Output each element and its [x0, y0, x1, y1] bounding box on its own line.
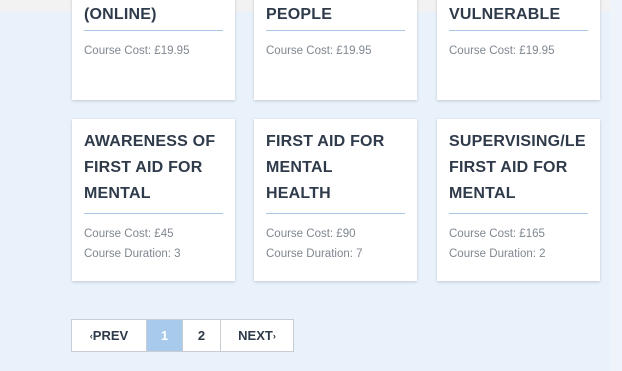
course-card[interactable]: VULNERABLE Course Cost: £19.95: [437, 0, 600, 100]
course-title-line[interactable]: FIRST AID FOR: [84, 155, 223, 181]
chevron-right-icon: ›: [272, 330, 276, 341]
course-title: (ONLINE): [84, 6, 157, 23]
course-card[interactable]: SUPERVISING/LE FIRST AID FOR MENTAL Cour…: [437, 119, 600, 281]
course-title-line[interactable]: MENTAL: [84, 181, 223, 207]
course-title-line[interactable]: MENTAL: [266, 155, 405, 181]
course-title: PEOPLE: [266, 6, 333, 23]
course-card[interactable]: AWARENESS OF FIRST AID FOR MENTAL Course…: [72, 119, 235, 281]
course-title-line[interactable]: FIRST AID FOR: [266, 129, 405, 155]
card-divider: [449, 213, 588, 214]
course-duration: Course Duration: 7: [266, 248, 363, 260]
pagination: ‹ PREV 1 2 NEXT ›: [71, 319, 294, 352]
course-cost: Course Cost: £19.95: [449, 45, 555, 57]
card-divider: [84, 30, 223, 31]
card-divider: [449, 30, 588, 31]
course-cost: Course Cost: £19.95: [266, 45, 372, 57]
card-divider: [266, 213, 405, 214]
course-title-line[interactable]: FIRST AID FOR: [449, 155, 588, 181]
card-divider: [84, 213, 223, 214]
course-card[interactable]: FIRST AID FOR MENTAL HEALTH Course Cost:…: [254, 119, 417, 281]
page-2-button[interactable]: 2: [183, 320, 221, 351]
course-duration: Course Duration: 2: [449, 248, 546, 260]
course-card[interactable]: (ONLINE) Course Cost: £19.95: [72, 0, 235, 100]
course-cost: Course Cost: £90: [266, 228, 356, 240]
next-page-button[interactable]: NEXT ›: [221, 320, 293, 351]
scrollbar-gutter[interactable]: [610, 0, 622, 371]
prev-page-button[interactable]: ‹ PREV: [72, 320, 147, 351]
page-1-button[interactable]: 1: [147, 320, 183, 351]
course-title-line[interactable]: AWARENESS OF: [84, 129, 223, 155]
course-cost: Course Cost: £19.95: [84, 45, 190, 57]
course-cost: Course Cost: £165: [449, 228, 545, 240]
next-label: NEXT: [238, 328, 273, 343]
course-duration: Course Duration: 3: [84, 248, 181, 260]
course-title-line[interactable]: SUPERVISING/LE: [449, 129, 588, 155]
card-divider: [266, 30, 405, 31]
course-title-line[interactable]: HEALTH: [266, 181, 405, 207]
prev-label: PREV: [92, 328, 129, 343]
course-cost: Course Cost: £45: [84, 228, 174, 240]
course-card[interactable]: PEOPLE Course Cost: £19.95: [254, 0, 417, 100]
course-title-line[interactable]: MENTAL: [449, 181, 588, 207]
course-title: VULNERABLE: [449, 6, 561, 23]
